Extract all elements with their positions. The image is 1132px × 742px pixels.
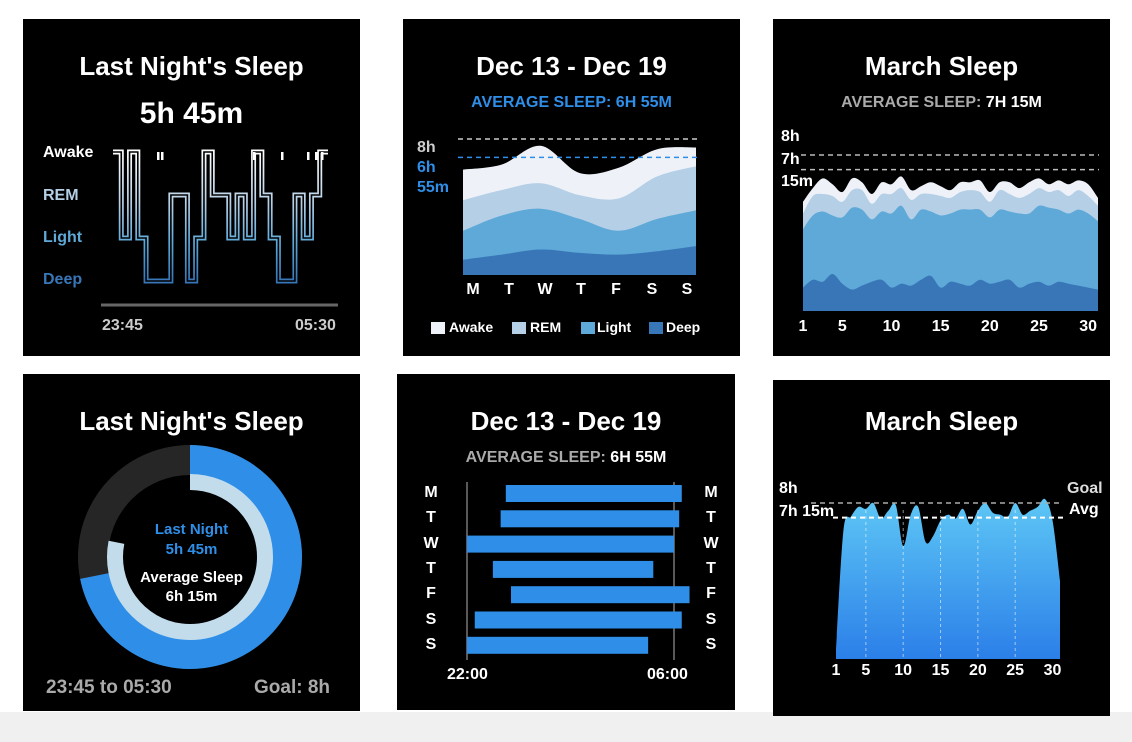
x-tick-label: 25 (1030, 318, 1048, 335)
sleep-bar (500, 510, 680, 528)
y-label-avg-hours: 7h (781, 151, 800, 168)
y-label-avg-minutes: 55m (417, 179, 450, 196)
end-time-label: 06:00 (647, 666, 688, 683)
x-tick-label: T (576, 281, 586, 298)
awake-tick-4 (307, 152, 310, 160)
x-tick-label: 10 (894, 662, 913, 679)
legend-label-rem: REM (530, 319, 562, 335)
x-tick-label: T (504, 281, 514, 298)
area-total-sleep (836, 498, 1060, 659)
panel-last-night-hypnogram: Last Night's Sleep 5h 45m Awake REM Ligh… (23, 19, 360, 356)
y-tick-label-left: F (426, 585, 436, 603)
hypnogram-chart (101, 149, 338, 307)
legend-swatch-light (581, 322, 595, 334)
x-tick-label: 25 (1006, 662, 1025, 679)
x-tick-label: 5 (837, 318, 847, 335)
awake-tick-1 (161, 152, 164, 160)
awake-tick-5 (315, 152, 318, 160)
goal-label: Goal: 8h (254, 677, 331, 698)
legend-label-awake: Awake (449, 319, 494, 335)
average-sleep-label: Average Sleep (140, 569, 243, 586)
sleep-bar (474, 611, 682, 629)
average-sleep-value: 6h 15m (165, 588, 218, 605)
y-tick-label-right: T (706, 559, 716, 577)
y-label-8h: 8h (779, 480, 798, 497)
last-night-value: 5h 45m (165, 541, 218, 558)
sleep-bar (492, 560, 654, 578)
goal-line-label: Goal (1067, 480, 1103, 497)
monthly-stages-area-chart (801, 154, 1099, 311)
legend-label-light: Light (597, 319, 632, 335)
y-tick-label-right: T (706, 509, 716, 527)
y-tick-label-right: W (703, 534, 719, 552)
x-tick-label: 20 (980, 318, 999, 335)
legend-label-deep: Deep (666, 319, 701, 335)
x-tick-label: 30 (1079, 318, 1098, 335)
awake-tick-3 (281, 152, 284, 160)
last-night-label: Last Night (154, 521, 229, 538)
y-tick-label-right: M (704, 484, 718, 501)
awake-tick-2 (253, 152, 256, 160)
sleep-bar (467, 535, 674, 553)
x-tick-label: 10 (882, 318, 901, 335)
x-tick-label: 5 (861, 662, 871, 679)
legend-swatch-awake (431, 322, 445, 334)
y-tick-label-right: S (705, 635, 717, 653)
panel-weekly-stages: Dec 13 - Dec 19 AVERAGE SLEEP: 6H 55M 8h… (403, 19, 740, 356)
panel-sleep-ring: Last Night's Sleep Last Night 5h 45m Ave… (23, 374, 360, 711)
hypnogram-line (113, 149, 328, 284)
legend-swatch-rem (512, 322, 526, 334)
end-time-label: 05:30 (295, 317, 336, 334)
y-label-avg-hours: 6h (417, 159, 436, 176)
x-tick-label: 15 (931, 318, 950, 335)
y-label-8h: 8h (417, 139, 436, 156)
y-label-8h: 8h (781, 128, 800, 145)
y-tick-label-left: T (426, 509, 436, 527)
panel-monthly-total: March Sleep 8h 7h 15m Goal Avg 1 5 10 15 20 2… (773, 380, 1110, 716)
page-footer-fade (0, 712, 1132, 742)
start-time-label: 23:45 (102, 317, 143, 334)
y-tick-label-left: S (425, 610, 437, 628)
x-tick-label: 1 (798, 318, 808, 335)
y-tick-label-left: M (424, 484, 438, 501)
avg-line-label: Avg (1069, 501, 1099, 518)
sleep-bar (467, 636, 649, 654)
y-tick-label-right: F (706, 585, 716, 603)
panel-bedtime-bars: Dec 13 - Dec 19 AVERAGE SLEEP: 6H 55M 22… (397, 374, 735, 710)
sleep-bar (510, 586, 690, 604)
y-label-avg-minutes: 15m (781, 173, 814, 190)
y-tick-label-left: S (425, 635, 437, 653)
awake-tick-0 (157, 152, 160, 160)
y-tick-label-right: S (705, 610, 717, 628)
weekly-stages-area-chart (458, 138, 700, 275)
legend-swatch-deep (649, 322, 663, 334)
awake-tick-6 (321, 152, 324, 160)
y-tick-label-left: T (426, 559, 436, 577)
x-tick-label: F (611, 281, 621, 298)
x-tick-label: 30 (1043, 662, 1062, 679)
panel-monthly-stages: March Sleep AVERAGE SLEEP: 7H 15M 8h 7h … (773, 19, 1110, 356)
x-tick-label: S (681, 281, 693, 298)
y-label-avg: 7h 15m (779, 503, 835, 520)
x-tick-label: 20 (968, 662, 987, 679)
sleep-bar (505, 485, 682, 502)
time-range-label: 23:45 to 05:30 (46, 677, 172, 698)
y-tick-label-left: W (423, 534, 439, 552)
x-tick-label: W (537, 281, 553, 298)
start-time-label: 22:00 (447, 666, 488, 683)
x-tick-label: M (466, 281, 480, 298)
x-tick-label: 15 (931, 662, 950, 679)
x-tick-label: S (646, 281, 658, 298)
